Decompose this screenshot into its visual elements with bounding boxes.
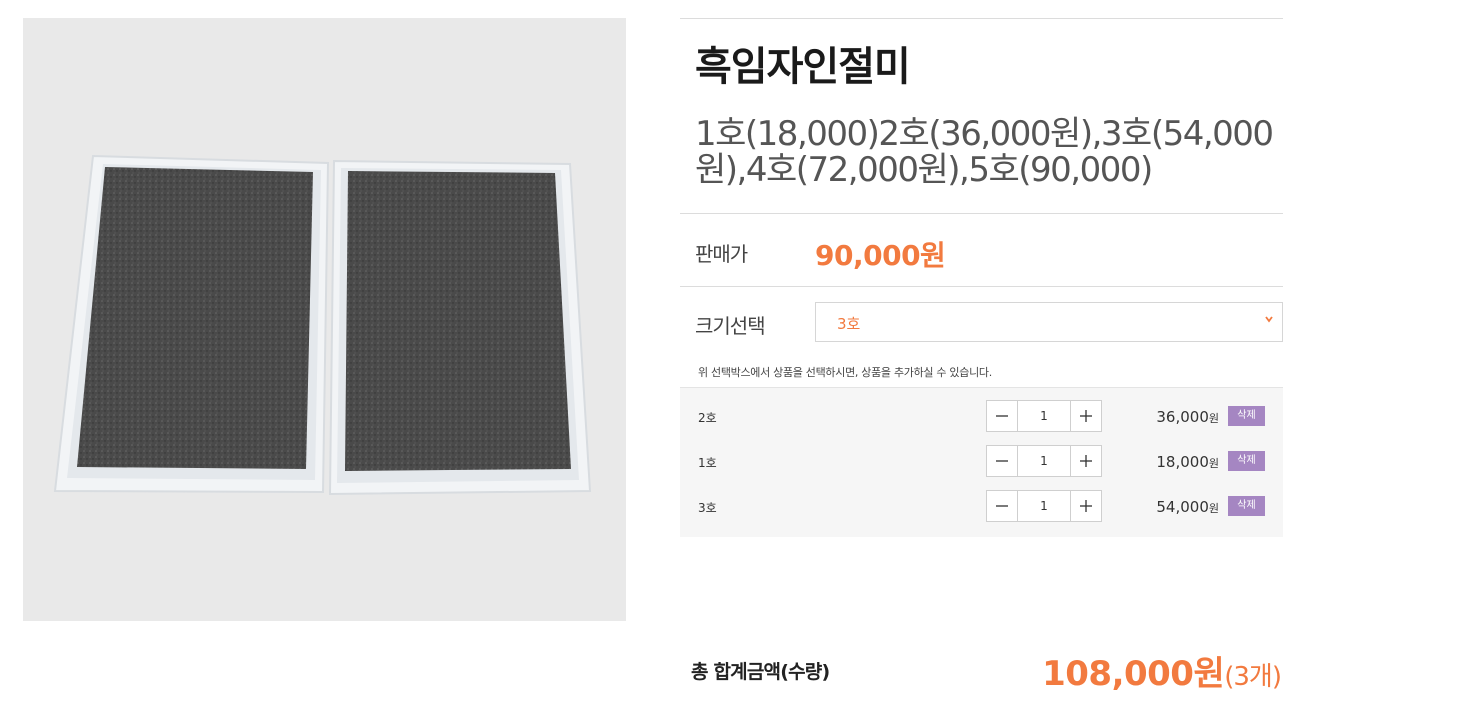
option-price-unit: 원 — [1208, 412, 1219, 425]
chevron-down-icon — [1264, 313, 1274, 327]
total-label: 총 합계금액(수량) — [691, 661, 830, 683]
size-select-label: 크기선택 — [695, 314, 766, 338]
size-select-value: 3호 — [837, 315, 861, 333]
quantity-input[interactable]: 1 — [1018, 446, 1070, 476]
option-price-unit: 원 — [1208, 502, 1219, 515]
option-price-unit: 원 — [1208, 457, 1219, 470]
product-image — [23, 18, 626, 621]
product-photo — [53, 154, 592, 496]
option-row: 2호 1 36,000원 삭제 — [680, 400, 1283, 434]
option-row: 1호 1 18,000원 삭제 — [680, 445, 1283, 479]
option-price: 54,000원 — [1156, 498, 1219, 516]
option-name: 2호 — [698, 411, 717, 425]
option-price-value: 18,000 — [1156, 453, 1209, 471]
option-name: 3호 — [698, 501, 717, 515]
divider — [680, 286, 1283, 287]
product-title: 흑임자인절미 — [695, 44, 911, 90]
price-label: 판매가 — [695, 242, 748, 266]
selected-options-panel: 2호 1 36,000원 삭제 1호 1 18,000원 삭제 3호 1 54,… — [680, 387, 1283, 537]
quantity-stepper: 1 — [986, 490, 1102, 522]
divider — [680, 213, 1283, 214]
select-notice: 위 선택박스에서 상품을 선택하시면, 상품을 추가하실 수 있습니다. — [698, 366, 992, 379]
option-price: 18,000원 — [1156, 453, 1219, 471]
top-divider — [680, 18, 1283, 19]
quantity-input[interactable]: 1 — [1018, 401, 1070, 431]
size-select[interactable]: 3호 — [815, 302, 1283, 342]
delete-button[interactable]: 삭제 — [1228, 496, 1265, 516]
option-name: 1호 — [698, 456, 717, 470]
option-price: 36,000원 — [1156, 408, 1219, 426]
quantity-input[interactable]: 1 — [1018, 491, 1070, 521]
minus-icon[interactable] — [987, 401, 1018, 431]
option-row: 3호 1 54,000원 삭제 — [680, 490, 1283, 524]
plus-icon[interactable] — [1070, 401, 1101, 431]
option-price-value: 36,000 — [1156, 408, 1209, 426]
sale-price: 90,000원 — [815, 239, 946, 272]
product-subtitle: 1호(18,000)2호(36,000원),3호(54,000원),4호(72,… — [695, 114, 1274, 190]
total-count: (3개) — [1224, 662, 1282, 692]
plus-icon[interactable] — [1070, 491, 1101, 521]
minus-icon[interactable] — [987, 446, 1018, 476]
total-amount: 108,000원 — [1042, 654, 1225, 694]
delete-button[interactable]: 삭제 — [1228, 406, 1265, 426]
delete-button[interactable]: 삭제 — [1228, 451, 1265, 471]
minus-icon[interactable] — [987, 491, 1018, 521]
option-price-value: 54,000 — [1156, 498, 1209, 516]
total-price: 108,000원(3개) — [1042, 646, 1282, 695]
plus-icon[interactable] — [1070, 446, 1101, 476]
quantity-stepper: 1 — [986, 445, 1102, 477]
quantity-stepper: 1 — [986, 400, 1102, 432]
